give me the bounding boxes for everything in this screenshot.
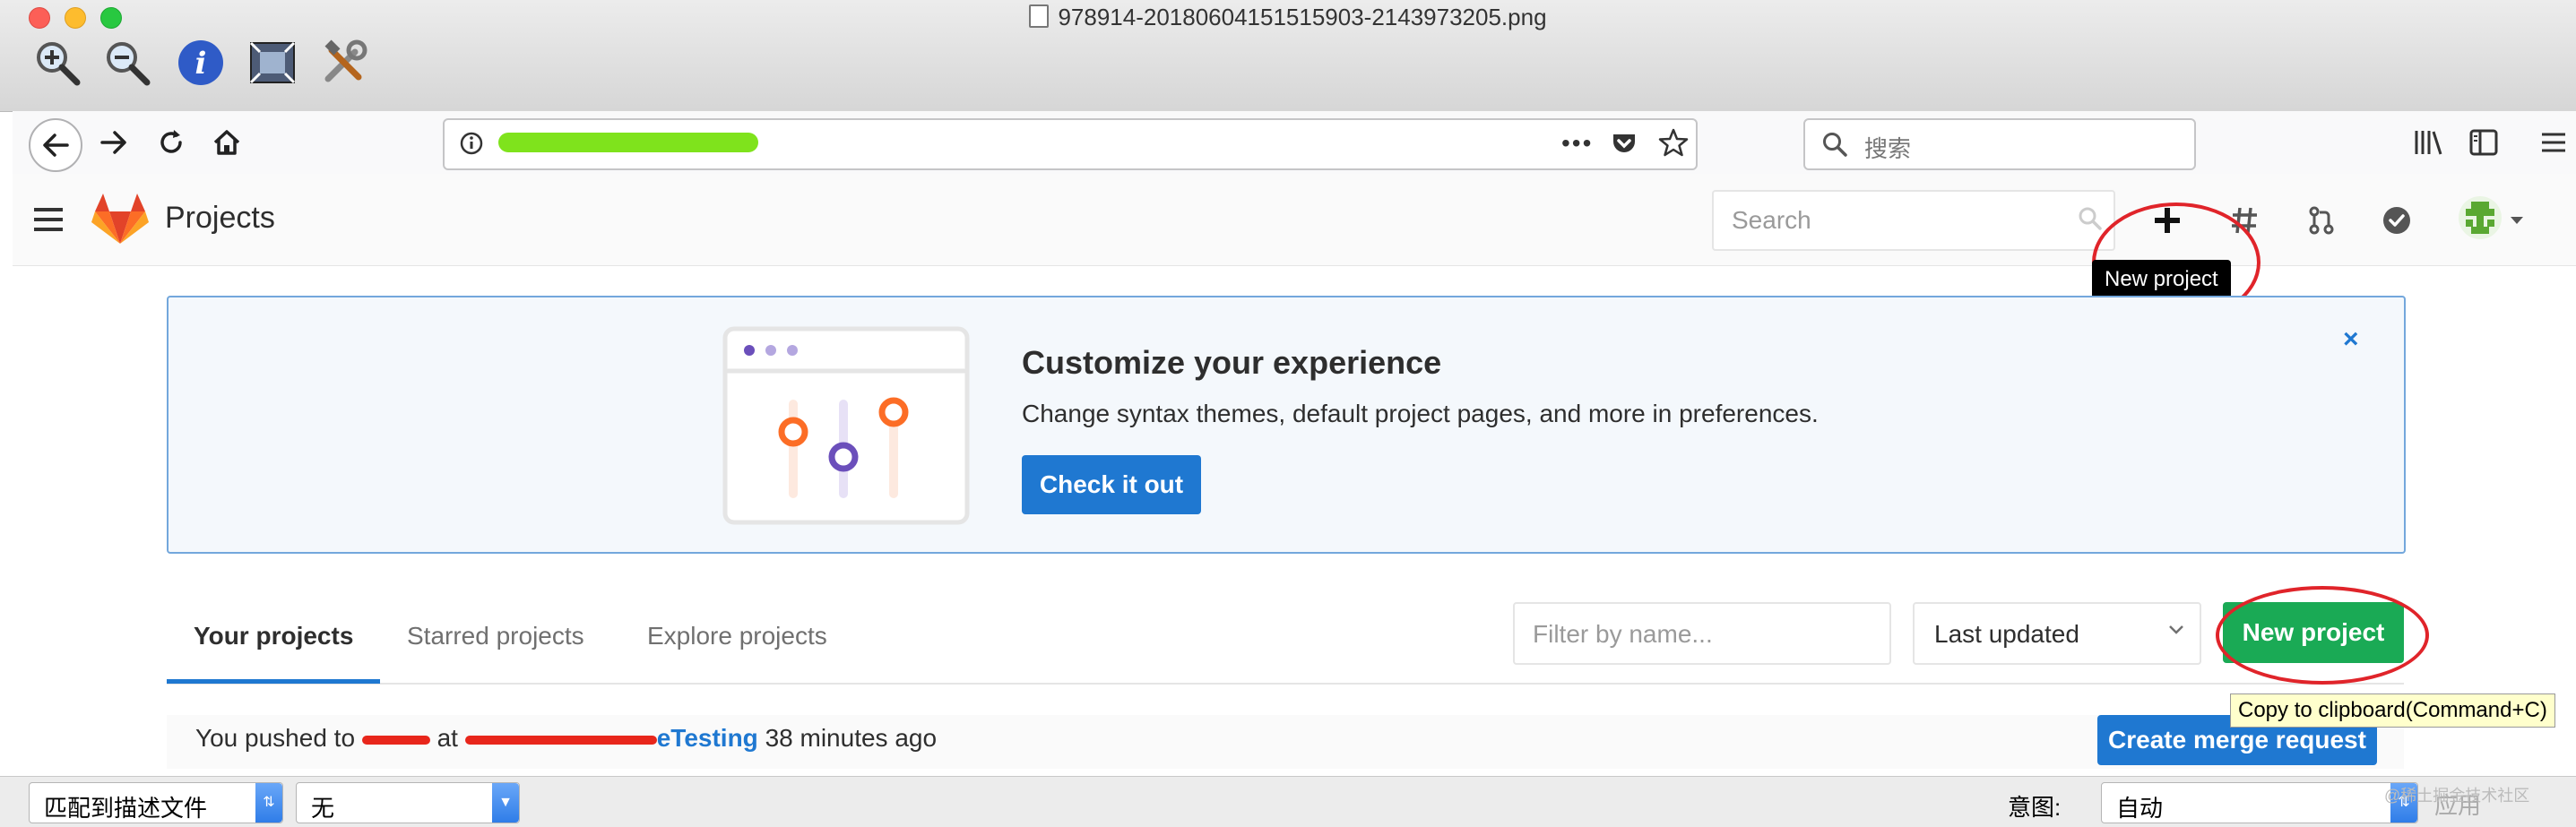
tab-explore-projects[interactable]: Explore projects <box>647 622 827 650</box>
annotation-circle-new-project <box>2216 586 2429 685</box>
browser-search-field[interactable]: 搜索 <box>1803 118 2196 170</box>
profile-select[interactable]: 无 ▼ <box>296 782 520 823</box>
page-title: Projects <box>165 201 275 235</box>
sidebar-toggle-icon[interactable] <box>2467 125 2501 164</box>
intent-value: 自动 <box>2116 795 2164 822</box>
library-icon[interactable] <box>2411 125 2445 164</box>
copy-to-clipboard-tooltip: Copy to clipboard(Command+C) <box>2230 693 2555 728</box>
redacted-project-path <box>464 735 657 745</box>
pocket-icon[interactable] <box>1610 129 1638 162</box>
sort-value: Last updated <box>1934 620 2079 648</box>
active-tab-indicator <box>167 679 380 684</box>
window-titlebar: 978914-20180604151515903-2143973205.png … <box>0 0 2576 112</box>
preferences-illustration <box>722 326 970 530</box>
chevron-down-icon[interactable] <box>2510 213 2524 229</box>
home-button[interactable] <box>204 120 249 165</box>
event-project-link[interactable]: eTesting <box>657 724 758 752</box>
info-circle-icon[interactable] <box>459 131 484 160</box>
match-profile-value: 匹配到描述文件 <box>44 795 208 822</box>
browser-menu-icon[interactable] <box>2537 125 2571 164</box>
gitlab-logo[interactable] <box>91 192 149 250</box>
close-banner-icon[interactable]: × <box>2343 324 2359 355</box>
chevron-down-icon <box>2167 616 2185 650</box>
banner-text: Change syntax themes, default project pa… <box>1022 400 1819 427</box>
match-profile-select[interactable]: 匹配到描述文件 ⇅ <box>29 782 283 823</box>
browser-search-placeholder: 搜索 <box>1864 135 1912 162</box>
merge-requests-icon[interactable] <box>2296 195 2347 246</box>
watermark: @稀土掘金技术社区 <box>2384 787 2530 805</box>
info-icon[interactable]: i <box>176 38 226 88</box>
document-icon <box>1029 4 1050 28</box>
window-title: 978914-20180604151515903-2143973205.png <box>0 4 2576 31</box>
intent-label: 意图: <box>2008 794 2062 821</box>
url-bar[interactable]: ••• <box>443 118 1698 170</box>
filter-by-name-input[interactable]: Filter by name... <box>1513 602 1891 665</box>
page-actions-icon[interactable]: ••• <box>1561 129 1593 158</box>
event-at: at <box>437 724 458 752</box>
tools-icon[interactable] <box>319 38 369 88</box>
browser-toolbar: ••• 搜索 <box>13 111 2576 175</box>
tab-starred-projects[interactable]: Starred projects <box>407 622 584 650</box>
hamburger-menu-icon[interactable] <box>32 204 66 239</box>
todos-check-icon[interactable] <box>2372 195 2422 246</box>
profile-value: 无 <box>311 795 335 822</box>
push-event-text: You pushed to at eTesting 38 minutes ago <box>195 724 937 753</box>
svg-text:i: i <box>195 46 207 82</box>
back-button[interactable] <box>29 118 82 172</box>
viewer-bottom-panel: 匹配到描述文件 ⇅ 无 ▼ 意图: 自动 ⇅ 应用 <box>0 776 2576 827</box>
customize-banner: Customize your experience Change syntax … <box>167 296 2406 554</box>
check-it-out-button[interactable]: Check it out <box>1022 455 1201 514</box>
tab-your-projects[interactable]: Your projects <box>194 622 353 650</box>
search-icon <box>2078 206 2103 236</box>
new-project-tooltip: New project <box>2092 260 2231 299</box>
zoom-out-icon[interactable] <box>102 38 152 88</box>
updown-arrows-icon: ⇅ <box>255 783 282 823</box>
tabs-divider <box>167 683 2404 685</box>
intent-select[interactable]: 自动 ⇅ <box>2101 782 2418 823</box>
event-time: 38 minutes ago <box>765 724 938 752</box>
redacted-branch <box>361 735 430 745</box>
search-icon <box>1821 131 1848 162</box>
push-event-row: You pushed to at eTesting 38 minutes ago <box>167 715 2404 769</box>
event-prefix: You pushed to <box>195 724 356 752</box>
user-avatar[interactable] <box>2458 195 2503 245</box>
gitlab-search-placeholder: Search <box>1732 206 1811 234</box>
forward-button[interactable] <box>91 120 136 165</box>
zoom-in-icon[interactable] <box>32 38 82 88</box>
chevron-down-icon: ▼ <box>492 783 519 823</box>
sort-dropdown[interactable]: Last updated <box>1913 602 2201 665</box>
banner-title: Customize your experience <box>1022 344 1442 381</box>
fit-image-icon[interactable] <box>247 38 298 88</box>
redacted-url <box>498 133 758 152</box>
filter-placeholder: Filter by name... <box>1533 620 1713 648</box>
gitlab-search-input[interactable]: Search <box>1712 190 2115 251</box>
reload-button[interactable] <box>149 120 194 165</box>
bookmark-star-icon[interactable] <box>1658 127 1689 162</box>
